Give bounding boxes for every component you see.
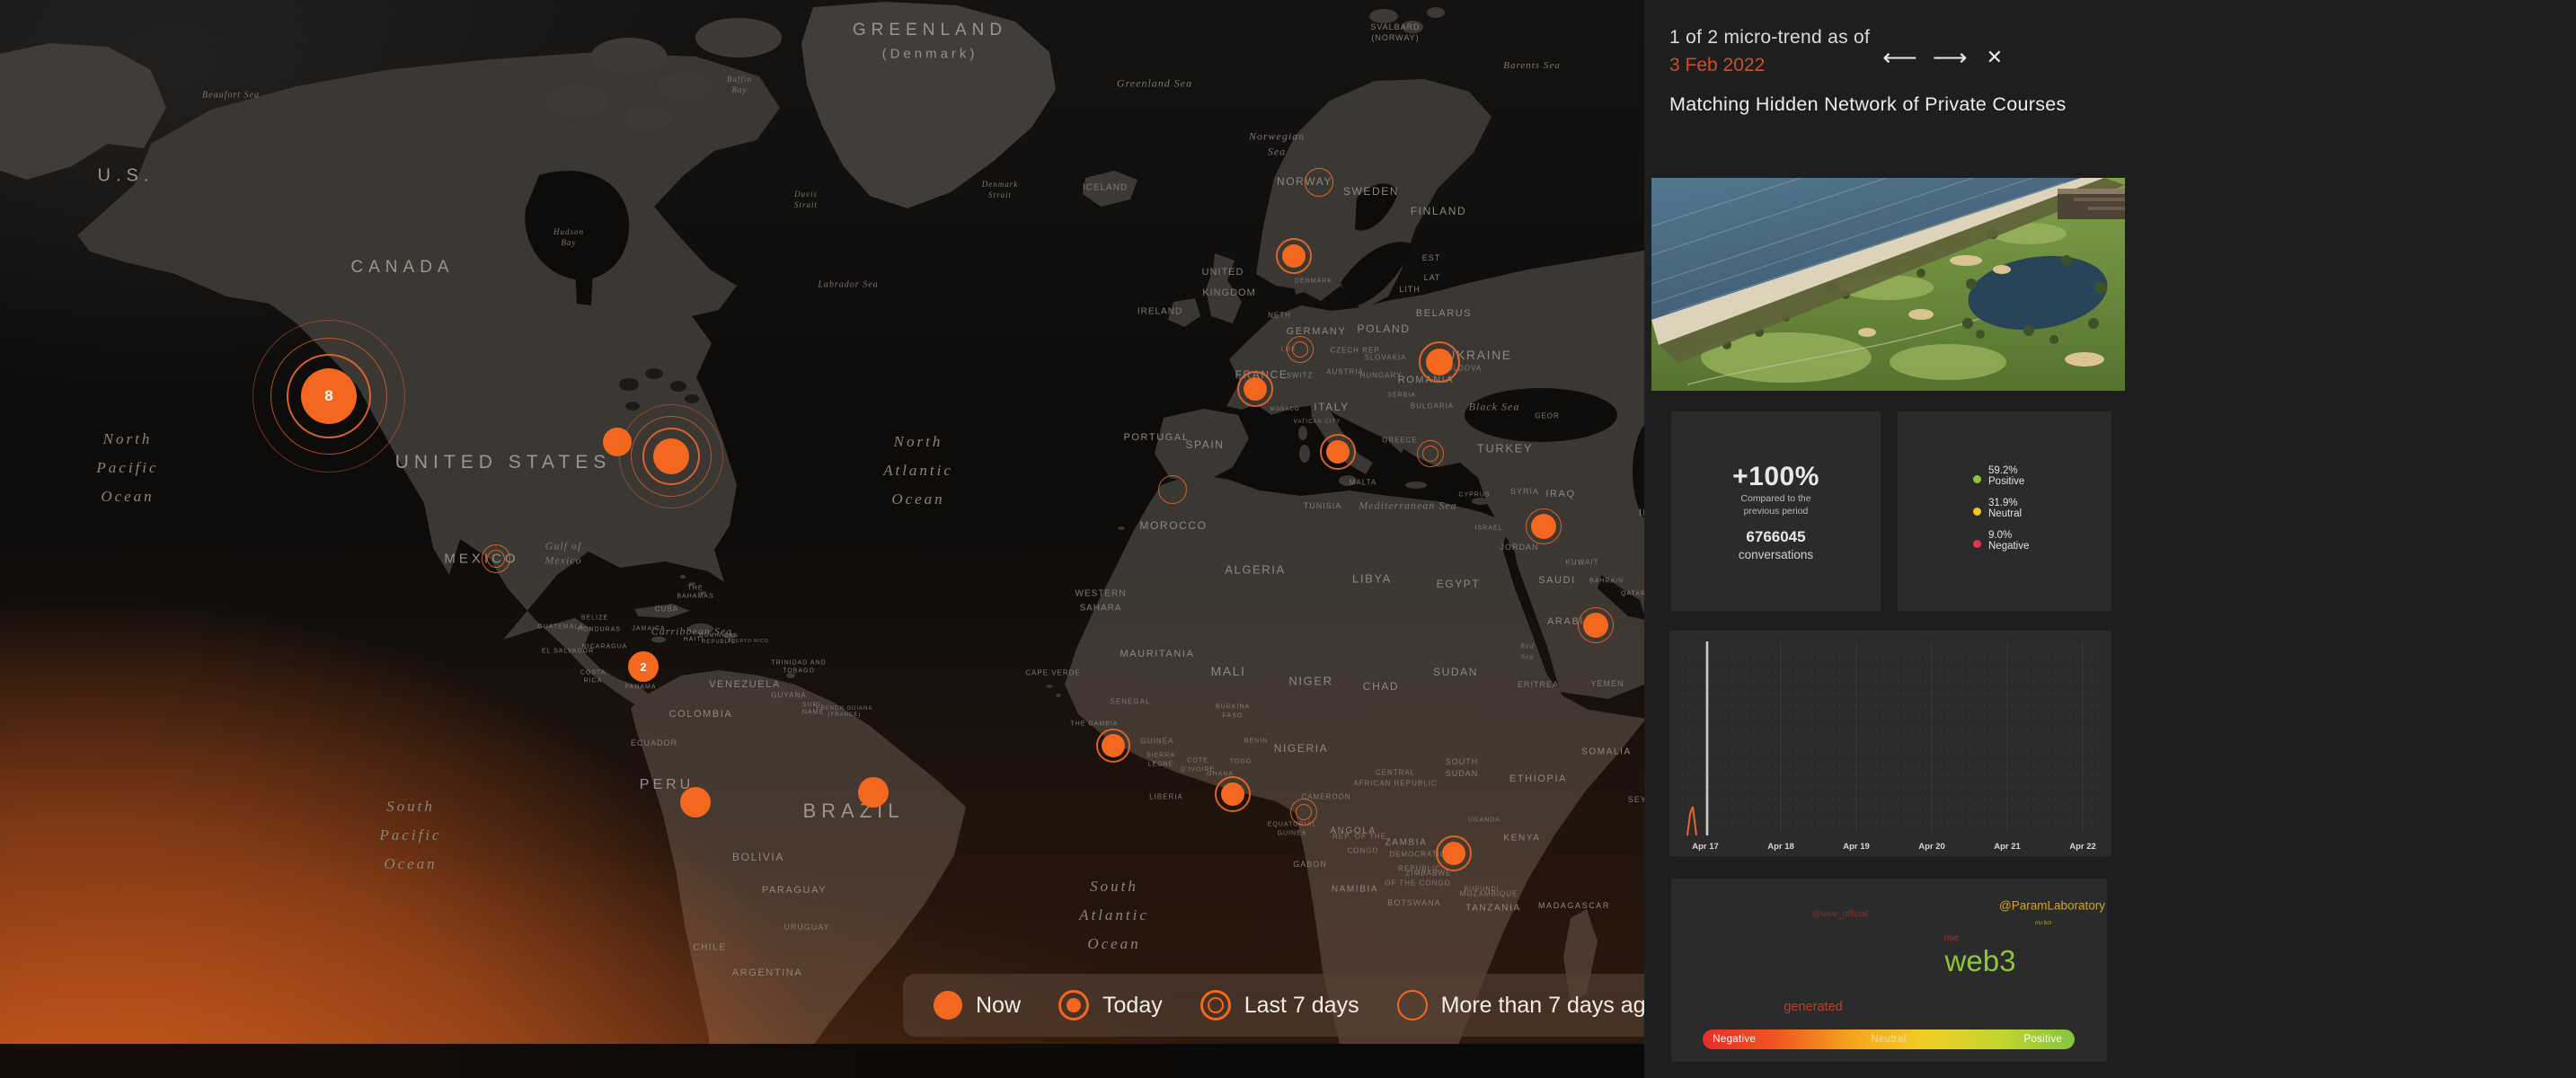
map-bottom-fade [0,1044,1707,1078]
legend-label: Today [1102,992,1163,1018]
cloud-word-web3[interactable]: web3 [1945,944,2016,978]
now-marker-icon [934,991,962,1020]
marker-ring [1158,475,1187,504]
marker-dot [1426,349,1453,376]
sentiment-stat-card: 59.2% Positive 31.9% Neutral 9.0% Negative [1898,411,2111,611]
negative-dot-icon [1973,540,1981,548]
marker-dot [1531,514,1556,539]
svg-text:Apr 21: Apr 21 [1994,842,2021,852]
positive-dot-icon [1973,475,1981,483]
sentiment-label: Neutral [1988,508,2023,519]
svg-text:Apr 18: Apr 18 [1767,842,1794,852]
marker-dot [680,787,711,817]
sentiment-percent: 59.2% [1988,465,2018,476]
volume-delta: +100% [1732,461,1819,491]
marker-dot [1282,244,1306,268]
marker-dot [1326,440,1350,464]
trend-date: 3 Feb 2022 [1669,55,1766,75]
legend-item-more-than-7-days-ago[interactable]: More than 7 days ago [1396,990,1659,1021]
sentiment-label: Positive [1988,476,2025,487]
panel-header: 1 of 2 micro-trend as of 3 Feb 2022 ⟵ ⟶ … [1669,27,2003,76]
trend-image [1651,178,2125,391]
marker-ring [1305,168,1333,197]
wordcloud-card: @wee_official @ParamLaboratory mu bot rise w… [1671,879,2107,1062]
marker-dot [653,438,689,474]
sentiment-breakdown: 59.2% Positive 31.9% Neutral 9.0% Negative [1973,465,2029,562]
trend-counter: 1 of 2 micro-trend as of [1669,27,1871,48]
marker-dot [1244,377,1267,401]
marker-dot [1583,613,1608,638]
cloud-word--paramlaboratory[interactable]: @ParamLaboratory [1999,899,2105,913]
sentiment-gradient-bar: Negative Neutral Positive [1703,1029,2075,1049]
marker-ring [1417,440,1444,467]
trend-chart-plot[interactable]: Apr 17 Apr 18 Apr 19 Apr 20 Apr 21 Apr 22 [1669,631,2111,856]
marker-ring [1290,799,1317,826]
marker-ring [482,544,510,573]
micro-trend-panel: 1 of 2 micro-trend as of 3 Feb 2022 ⟵ ⟶ … [1644,0,2576,1078]
bar-label-neutral: Neutral [1871,1034,1907,1045]
prev-trend-arrow-icon[interactable]: ⟵ [1882,45,1917,70]
marker-dot [1102,734,1125,757]
close-panel-icon[interactable]: ✕ [1987,48,2003,67]
conversations-label: conversations [1738,547,1814,561]
marker-dot: 2 [628,651,659,682]
cloud-word-generated[interactable]: generated [1784,1000,1842,1014]
panel-header-text: 1 of 2 micro-trend as of 3 Feb 2022 [1669,27,1870,76]
marker-dot [1442,842,1465,865]
trend-title: Matching Hidden Network of Private Cours… [1669,93,2067,115]
sentiment-row-negative: 9.0% Negative [1973,530,2029,552]
bar-label-positive: Positive [2023,1034,2063,1045]
cloud-word-rise[interactable]: rise [1944,932,1960,943]
marker-dot [1221,782,1244,806]
svg-text:Apr 22: Apr 22 [2069,842,2096,852]
svg-text:Apr 17: Apr 17 [1692,842,1719,852]
cloud-word-mu-bot[interactable]: mu bot [2035,921,2051,926]
svg-text:Apr 19: Apr 19 [1843,842,1870,852]
sentiment-row-positive: 59.2% Positive [1973,465,2029,487]
legend-label: More than 7 days ago [1440,992,1659,1018]
marker-dot: 8 [301,368,357,424]
conversations-count: 6766045 [1746,527,1806,545]
marker-ring [1287,336,1314,363]
trend-navigation: ⟵ ⟶ ✕ [1882,39,2003,76]
neutral-dot-icon [1973,508,1981,516]
legend-item-today[interactable]: Today [1058,990,1163,1021]
dashboard: U.S. CANADA UNITED STATES GREENLAND (Denmark… [0,0,2576,1078]
map-landmass [0,2,1707,1078]
map-legend: Now Today Last 7 days More than 7 days ago [903,974,1683,1037]
cloud-word--wee-official[interactable]: @wee_official [1812,910,1868,920]
older-marker-icon [1396,990,1428,1021]
world-map[interactable]: U.S. CANADA UNITED STATES GREENLAND (Denmark… [0,0,1707,1078]
legend-item-now[interactable]: Now [934,991,1021,1020]
legend-item-last-7-days[interactable]: Last 7 days [1199,990,1359,1021]
bar-label-negative: Negative [1713,1034,1757,1045]
last7-marker-icon [1199,990,1231,1021]
legend-label: Last 7 days [1244,992,1359,1018]
sentiment-row-neutral: 31.9% Neutral [1973,498,2029,519]
sentiment-percent: 9.0% [1988,530,2013,541]
sentiment-percent: 31.9% [1988,498,2018,508]
sentiment-label: Negative [1988,541,2030,552]
next-trend-arrow-icon[interactable]: ⟶ [1933,45,1968,70]
volume-compare-line2: previous period [1743,505,1809,517]
today-marker-icon [1058,990,1090,1021]
volume-compare-line1: Compared to the [1740,492,1811,504]
svg-text:Apr 20: Apr 20 [1918,842,1945,852]
volume-stat-card: +100% Compared to the previous period 67… [1671,411,1881,611]
marker-dot [858,777,889,808]
trend-chart-card: Apr 17 Apr 18 Apr 19 Apr 20 Apr 21 Apr 22 [1669,631,2111,856]
legend-label: Now [976,992,1022,1018]
